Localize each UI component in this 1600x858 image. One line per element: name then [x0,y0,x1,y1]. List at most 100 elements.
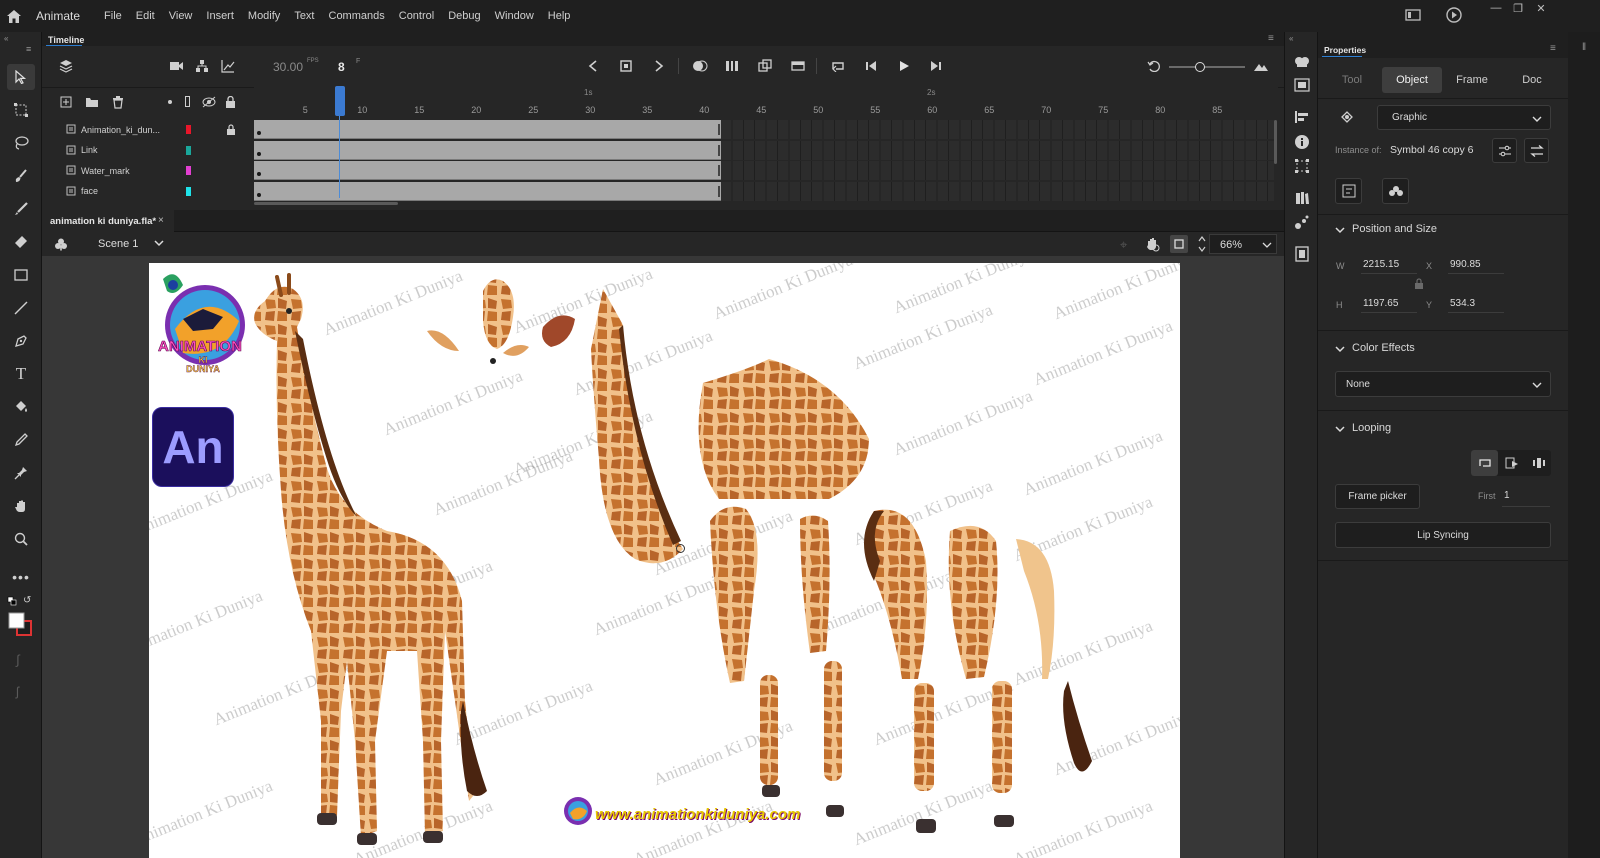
transform-panel-icon[interactable] [1294,158,1310,177]
timeline-vertical-scrollbar[interactable] [1274,120,1277,164]
convert-symbol-button[interactable] [1382,178,1409,204]
rectangle-tool-icon[interactable] [7,262,35,288]
stroke-fill-color-swatch[interactable] [8,612,34,641]
color-effects-heading[interactable]: Color Effects [1352,342,1415,354]
zoom-stepper-icon[interactable] [1198,235,1206,256]
edit-symbol-button[interactable] [1335,178,1362,204]
frames-grid[interactable] [254,120,1278,201]
test-movie-icon[interactable] [1446,7,1462,26]
close-window-button[interactable]: ✕ [1530,0,1552,16]
document-close-button[interactable]: × [158,215,164,226]
giraffe-head-parts[interactable] [421,271,591,371]
lock-proportions-icon[interactable] [1414,278,1424,293]
layers-icon[interactable] [56,56,76,76]
layer-row[interactable]: Water_mark [42,161,252,180]
pen-tool-icon[interactable] [7,328,35,354]
align-panel-icon[interactable] [1294,110,1310,127]
stage-pasteboard[interactable]: Animation Ki Duniya Animation Ki Duniya An… [42,256,1284,858]
step-back-icon[interactable] [861,56,881,76]
play-once-button[interactable] [1498,450,1525,476]
frame-span[interactable] [254,161,722,180]
swap-symbol-button[interactable] [1524,138,1549,163]
lock-all-icon[interactable] [220,92,240,112]
color-effect-dropdown[interactable]: None [1335,371,1551,397]
line-tool-icon[interactable] [7,295,35,321]
assets-panel-icon[interactable] [1294,190,1310,209]
layer-row[interactable]: face [42,181,252,201]
clip-content-icon[interactable] [1170,235,1188,253]
layer-name[interactable]: Water_mark [81,166,130,176]
components-panel-icon[interactable] [1294,78,1310,95]
layer-name[interactable]: face [81,186,98,196]
layer-color-swatch[interactable] [186,186,191,196]
tab-frame[interactable]: Frame [1442,67,1502,93]
current-frame-value[interactable]: 8 [338,60,345,74]
home-icon[interactable] [0,0,28,32]
properties-expand-icon[interactable]: ‖ [1582,42,1586,53]
layer-name[interactable]: Link [81,145,98,155]
menu-commands[interactable]: Commands [329,10,385,22]
expand-panels-icon[interactable]: « [1289,34,1293,43]
looping-chevron-icon[interactable] [1335,424,1345,437]
minimize-button[interactable]: — [1485,0,1507,16]
menu-text[interactable]: Text [294,10,314,22]
menu-control[interactable]: Control [399,10,434,22]
timeline-zoom-handle[interactable] [1195,62,1205,72]
menu-edit[interactable]: Edit [136,10,155,22]
play-icon[interactable] [894,56,914,76]
tab-object[interactable]: Object [1382,67,1442,93]
color-effects-chevron-icon[interactable] [1335,344,1345,357]
visibility-toggle-icon[interactable] [199,92,219,112]
tab-doc[interactable]: Doc [1502,67,1562,93]
highlight-layers-icon[interactable] [168,100,172,104]
looping-heading[interactable]: Looping [1352,422,1391,434]
snap-icon[interactable]: ∫ [16,652,20,667]
tab-tool[interactable]: Tool [1327,67,1377,93]
rotate-stage-icon[interactable] [1144,236,1160,255]
workspace-layout-icon[interactable] [1405,8,1421,25]
brush-tool-icon[interactable] [7,196,35,222]
giraffe-neck-part[interactable] [583,289,693,569]
outline-toggle-icon[interactable] [185,96,190,107]
timeline-tab[interactable]: Timeline [48,35,84,45]
document-tab[interactable]: animation ki duniya.fla* × [42,210,174,232]
website-link[interactable]: www.animationkiduniya.com [595,806,800,823]
collapse-left-icon[interactable]: « [4,34,8,43]
scene-dropdown-chevron-icon[interactable] [154,238,164,251]
frame-span[interactable] [254,181,722,201]
paint-brush-tool-icon[interactable] [7,163,35,189]
keyframe-dot[interactable] [257,131,261,135]
stage-canvas[interactable]: Animation Ki Duniya Animation Ki Duniya An… [149,263,1180,858]
menu-insert[interactable]: Insert [206,10,234,22]
insert-keyframe-icon[interactable] [616,56,636,76]
zoom-mountains-icon[interactable] [1251,56,1271,76]
width-field[interactable]: 2215.15 [1363,259,1399,270]
edit-symbols-icon[interactable] [54,237,68,254]
motion-presets-icon[interactable] [1294,214,1310,233]
loop-button[interactable] [1471,450,1498,476]
scene-name[interactable]: Scene 1 [98,238,138,250]
symbol-type-dropdown[interactable]: Graphic [1377,105,1551,130]
menu-view[interactable]: View [169,10,193,22]
layer-color-swatch[interactable] [186,166,191,175]
layer-lock-icon[interactable] [226,124,236,138]
smooth-icon[interactable]: ʃ [16,684,19,699]
keyframe-dot[interactable] [257,151,261,156]
empty-frames[interactable] [721,120,1274,139]
swap-colors-icon[interactable]: ↺ [23,595,31,606]
info-panel-icon[interactable] [1294,134,1310,153]
new-folder-icon[interactable] [82,92,102,112]
giraffe-body-part[interactable] [689,359,879,509]
keyframe-dot[interactable] [257,172,261,176]
instance-of-value[interactable]: Symbol 46 copy 6 [1390,144,1473,156]
prev-keyframe-icon[interactable] [583,56,603,76]
timeline-zoom-slider[interactable] [1169,66,1245,68]
paint-bucket-tool-icon[interactable] [7,394,35,420]
frame-span[interactable] [254,120,722,139]
frame-picker-panel-icon[interactable] [1294,246,1310,265]
properties-tab[interactable]: Properties [1324,45,1366,55]
layer-row[interactable]: Link [42,140,252,160]
camera-icon[interactable] [166,56,186,76]
zoom-field[interactable]: 66% [1209,234,1277,254]
single-frame-button[interactable] [1525,450,1552,476]
